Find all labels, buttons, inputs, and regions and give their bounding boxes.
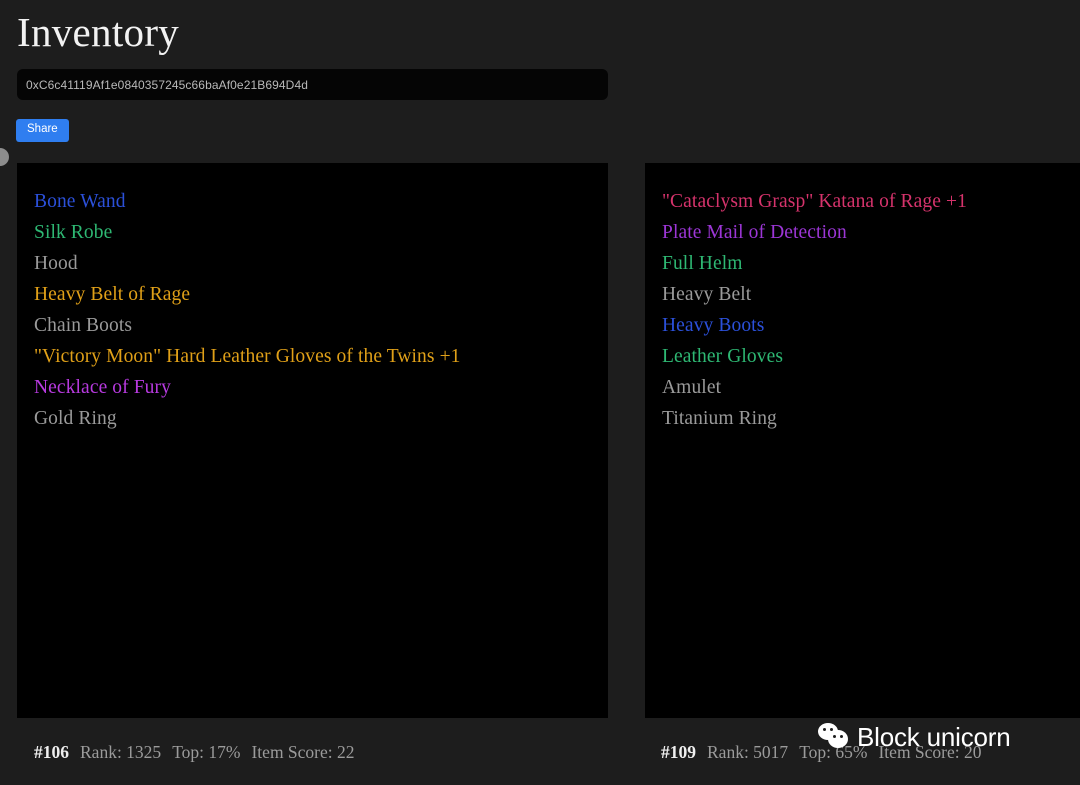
item-score-stat: Item Score: 20 xyxy=(878,742,981,762)
list-item[interactable]: Hood xyxy=(34,248,608,279)
list-item[interactable]: Bone Wand xyxy=(34,186,608,217)
list-item[interactable]: "Cataclysm Grasp" Katana of Rage +1 xyxy=(662,186,1080,217)
list-item[interactable]: Heavy Belt of Rage xyxy=(34,279,608,310)
list-item[interactable]: "Victory Moon" Hard Leather Gloves of th… xyxy=(34,341,608,372)
page-title: Inventory xyxy=(0,0,1080,56)
card-stats-109: #109 Rank: 5017 Top: 65% Item Score: 20 xyxy=(661,742,993,763)
wallet-address-input[interactable] xyxy=(17,69,608,100)
rank-stat: Rank: 1325 xyxy=(80,742,161,762)
list-item[interactable]: Gold Ring xyxy=(34,403,608,434)
item-score-stat: Item Score: 22 xyxy=(251,742,354,762)
list-item[interactable]: Leather Gloves xyxy=(662,341,1080,372)
list-item[interactable]: Plate Mail of Detection xyxy=(662,217,1080,248)
list-item[interactable]: Titanium Ring xyxy=(662,403,1080,434)
list-item[interactable]: Silk Robe xyxy=(34,217,608,248)
bag-id: #106 xyxy=(34,742,69,762)
inventory-card-106[interactable]: Bone Wand Silk Robe Hood Heavy Belt of R… xyxy=(17,163,608,718)
card-stats-106: #106 Rank: 1325 Top: 17% Item Score: 22 xyxy=(34,742,366,763)
list-item[interactable]: Heavy Belt xyxy=(662,279,1080,310)
list-item[interactable]: Necklace of Fury xyxy=(34,372,608,403)
inventory-card-list: Bone Wand Silk Robe Hood Heavy Belt of R… xyxy=(0,163,1080,723)
share-button[interactable]: Share xyxy=(16,119,69,142)
list-item[interactable]: Heavy Boots xyxy=(662,310,1080,341)
top-percent-stat: Top: 17% xyxy=(172,742,240,762)
top-percent-stat: Top: 65% xyxy=(799,742,867,762)
list-item[interactable]: Full Helm xyxy=(662,248,1080,279)
rank-stat: Rank: 5017 xyxy=(707,742,788,762)
inventory-card-109[interactable]: "Cataclysm Grasp" Katana of Rage +1 Plat… xyxy=(645,163,1080,718)
list-item[interactable]: Amulet xyxy=(662,372,1080,403)
bag-id: #109 xyxy=(661,742,696,762)
list-item[interactable]: Chain Boots xyxy=(34,310,608,341)
